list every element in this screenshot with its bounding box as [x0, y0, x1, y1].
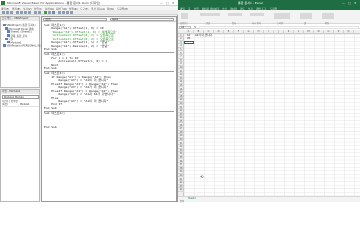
minimize-button[interactable]: — — [342, 1, 345, 5]
tree-item[interactable]: VBAProject (PERSONAL.XLSB) — [3, 44, 45, 47]
cut-icon[interactable] — [16, 11, 19, 14]
object-browser-icon[interactable] — [70, 11, 73, 14]
sheet-icon — [7, 30, 10, 33]
project-explorer-title: 프로젝트 - VBAProject — [1, 17, 39, 21]
font-select[interactable] — [200, 13, 220, 16]
project-icon — [3, 44, 6, 47]
status-text: 준비 — [180, 200, 185, 203]
reset-icon[interactable] — [52, 11, 55, 14]
ribbon: 클립보드 글꼴 맞춤 표시 형식 스타일 셀 편집 — [178, 10, 360, 25]
properties-object-select[interactable]: Module1 Module — [2, 95, 39, 99]
maximize-button[interactable]: □ — [348, 1, 351, 5]
code-line[interactable]: End Sub — [44, 125, 174, 129]
ribbon-group-editing: 편집 — [325, 21, 330, 25]
ribbon-group-clipboard: 클립보드 — [180, 21, 189, 25]
procedure-combo[interactable]: test4 — [110, 18, 174, 21]
vbe-window: Microsoft Visual Basic for Applications … — [0, 0, 178, 202]
editing-icon[interactable] — [322, 13, 334, 19]
fx-icon[interactable]: fx — [194, 26, 196, 29]
insert-module-icon[interactable] — [6, 11, 9, 14]
cells-icon[interactable] — [300, 13, 312, 19]
rotate-cursor-icon: ⟲ — [200, 174, 204, 179]
ribbon-group-cells: 셀 — [304, 21, 307, 25]
object-combo[interactable]: (일반) — [43, 18, 107, 21]
excel-title: 통합 문서1 - Excel — [238, 1, 263, 5]
close-button[interactable]: ✕ — [172, 1, 175, 5]
properties-title: 속성 - Module1 — [1, 90, 39, 94]
undo-icon[interactable] — [34, 11, 37, 14]
align-icon[interactable] — [228, 13, 242, 16]
styles-icon[interactable] — [274, 13, 290, 19]
ribbon-group-styles: 스타일 — [277, 21, 284, 25]
close-button[interactable]: ✕ — [354, 1, 357, 5]
code-window: (일반) test4 Sub 테스트1() Range("A1").Offset… — [41, 16, 177, 202]
redo-icon[interactable] — [38, 11, 41, 14]
project-explorer: 프로젝트 - VBAProject VBAProject (통합 문서1) Mi… — [0, 16, 45, 88]
cell-b1[interactable]: A2가 더 큽니다 — [195, 34, 212, 38]
number-format-select[interactable] — [250, 13, 264, 16]
design-mode-icon[interactable] — [58, 11, 61, 14]
status-bar: 준비 — [178, 199, 360, 203]
view-excel-icon[interactable] — [2, 11, 5, 14]
cell-area[interactable]: 10 20 A2가 더 큽니다 — [184, 33, 360, 196]
excel-window: 통합 문서1 - Excel — □ ✕ 파일 홈 삽입 페이지 레이아웃 수식… — [178, 0, 360, 203]
break-icon[interactable] — [48, 11, 51, 14]
properties-window: 속성 - Module1 Module1 Module 사전순 | 항목별 (이… — [0, 89, 40, 202]
paste-icon[interactable] — [181, 13, 188, 19]
vbe-toolbar — [0, 10, 178, 15]
project-explorer-icon[interactable] — [62, 11, 65, 14]
minimize-button[interactable]: — — [160, 1, 163, 5]
formula-bar: A3 fx — [178, 25, 360, 29]
vba-app-icon — [1, 1, 5, 5]
ribbon-group-number: 표시 형식 — [252, 21, 261, 25]
property-row[interactable]: (이름) Module1 — [2, 103, 39, 107]
properties-icon[interactable] — [66, 11, 69, 14]
paste-icon[interactable] — [24, 11, 27, 14]
ribbon-group-font: 글꼴 — [206, 21, 211, 25]
ribbon-group-alignment: 맞춤 — [232, 21, 237, 25]
run-icon[interactable] — [44, 11, 47, 14]
name-box[interactable]: A3 — [179, 25, 191, 29]
active-cell[interactable] — [184, 40, 194, 45]
vbe-title: Microsoft Visual Basic for Applications … — [7, 1, 101, 5]
save-icon[interactable] — [10, 11, 13, 14]
module-icon — [7, 40, 10, 43]
find-icon[interactable] — [28, 11, 31, 14]
formula-input[interactable] — [199, 25, 359, 29]
code-window-header: (일반) test4 — [42, 17, 176, 22]
worksheet-grid: ABCDEFGHIJKLMNOPQ 1 2 3 4 5 6 7 8 9 10 11 12 13 14 15 1… — [178, 30, 360, 196]
maximize-button[interactable]: □ — [166, 1, 169, 5]
copy-icon[interactable] — [20, 11, 23, 14]
code-editor[interactable]: Sub 테스트1() Range("A1").Offset(1, 0) = 10… — [44, 23, 174, 200]
